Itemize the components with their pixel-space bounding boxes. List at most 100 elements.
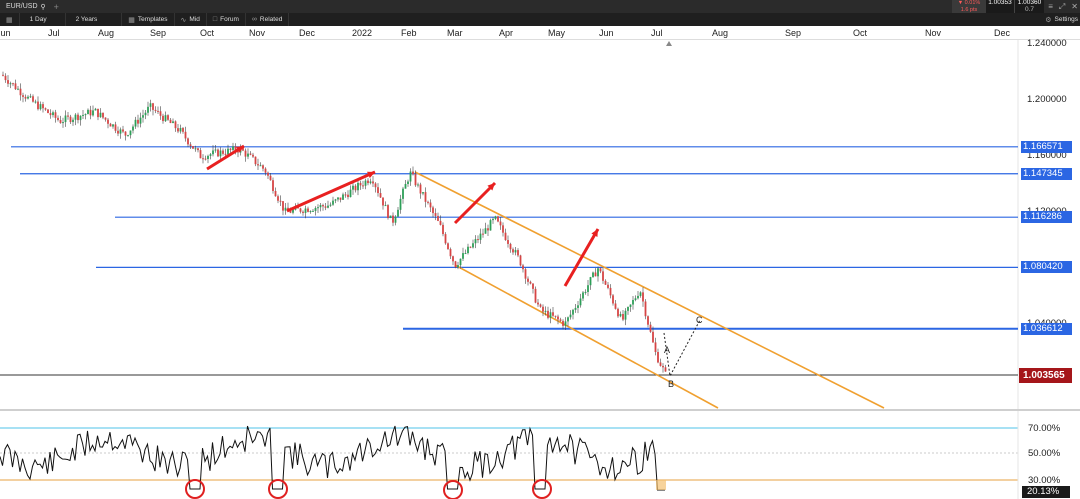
candle-body [122, 129, 124, 132]
candle-body [112, 124, 114, 127]
candle-body [559, 319, 562, 321]
candle-body [447, 243, 449, 250]
candle-body [32, 96, 34, 102]
mid-label: Mid [189, 16, 200, 23]
candle-body [637, 295, 639, 299]
candle-body [587, 285, 589, 292]
candle-body [619, 314, 622, 317]
time-label: Apr [499, 28, 514, 38]
trading-chart-window: EUR/USD ⚲ + ▼ 0.01% 1.6 pts 1.00353 1.00… [0, 0, 1080, 499]
layout-button[interactable]: ▦ [0, 13, 20, 26]
templates-icon: ▦ [128, 16, 135, 24]
candle-body [654, 342, 657, 353]
expand-icon[interactable]: ⤢ [1059, 2, 1065, 12]
symbol-selector[interactable]: EUR/USD ⚲ [0, 0, 52, 13]
add-tab-icon[interactable]: + [54, 2, 59, 12]
candle-body [54, 112, 57, 118]
level-price-badge: 1.147345 [1021, 167, 1072, 180]
candle-body [14, 83, 17, 90]
candle-body [192, 146, 194, 149]
oversold-circle-marker [443, 480, 463, 499]
candle-body [262, 165, 264, 169]
candle-body [212, 150, 214, 155]
time-label: Feb [401, 28, 417, 38]
price-chart[interactable]: A B C [0, 40, 1080, 409]
candle-body [179, 128, 182, 132]
candle-body [554, 315, 557, 317]
candle-body [214, 149, 217, 151]
candle-body [189, 144, 192, 147]
candle-body [514, 250, 517, 253]
interval-button[interactable]: 1 Day [20, 13, 66, 26]
candle-body [499, 221, 502, 226]
templates-button[interactable]: ▦ Templates [122, 13, 175, 26]
candle-body [227, 148, 229, 155]
candle-body [274, 190, 277, 197]
candle-body [124, 131, 127, 136]
candle-body [47, 109, 49, 114]
candle-body [349, 189, 352, 198]
candle-body [432, 207, 434, 214]
time-label: Nov [925, 28, 942, 38]
candle-body [482, 233, 484, 235]
settings-button[interactable]: ⚙ Settings [1045, 13, 1078, 26]
candle-body [132, 126, 134, 131]
candle-body [489, 220, 492, 231]
candle-body [257, 164, 259, 166]
candle-body [634, 298, 637, 301]
rsi-oversold-fill [656, 480, 666, 490]
candle-body [577, 305, 579, 308]
candle-body [92, 110, 94, 116]
related-button[interactable]: ∞ Related [246, 13, 290, 26]
candle-body [592, 272, 594, 278]
candle-body [412, 171, 414, 175]
candle-body [484, 228, 487, 234]
candle-body [204, 158, 207, 160]
time-label: Jun [599, 28, 614, 38]
candle-body [109, 123, 112, 127]
candle-body [437, 215, 439, 221]
mid-button[interactable]: ∿ Mid [175, 13, 207, 26]
candle-body [582, 292, 584, 299]
candle-body [312, 210, 314, 212]
candle-body [139, 117, 142, 124]
candle-body [34, 101, 37, 103]
close-icon[interactable]: ✕ [1071, 2, 1078, 11]
candle-body [622, 314, 624, 320]
candle-body [359, 182, 362, 186]
candle-body [169, 119, 172, 124]
menu-icon[interactable]: ≡ [1048, 2, 1053, 11]
candle-body [7, 80, 9, 84]
time-label: Dec [994, 28, 1011, 38]
forum-button[interactable]: □ Forum [207, 13, 246, 26]
candle-body [629, 304, 632, 307]
candle-body [167, 115, 169, 120]
candle-body [57, 117, 59, 121]
candle-body [557, 316, 559, 320]
candle-body [469, 246, 472, 248]
candle-body [594, 272, 597, 277]
candle-body [347, 194, 349, 198]
candle-body [389, 215, 392, 219]
candle-body [604, 280, 607, 285]
range-button[interactable]: 2 Years [66, 13, 123, 26]
candle-body [107, 119, 109, 124]
ask-price[interactable]: 1.00360 0.7 [1014, 0, 1044, 13]
candle-body [632, 300, 634, 305]
candle-body [74, 114, 77, 120]
bid-price[interactable]: 1.00353 [986, 0, 1014, 13]
candle-body [164, 115, 167, 122]
templates-label: Templates [137, 16, 168, 23]
rsi-chart[interactable] [0, 411, 1080, 499]
candle-body [364, 180, 367, 186]
candle-body [357, 182, 359, 191]
level-price-badge: 1.166571 [1021, 140, 1072, 153]
candle-body [662, 365, 664, 368]
candle-body [272, 180, 274, 191]
candle-body [197, 148, 199, 151]
candle-body [149, 103, 152, 107]
candle-body [129, 130, 132, 136]
candle-body [387, 205, 389, 219]
candle-body [547, 310, 549, 318]
candle-body [269, 175, 272, 181]
